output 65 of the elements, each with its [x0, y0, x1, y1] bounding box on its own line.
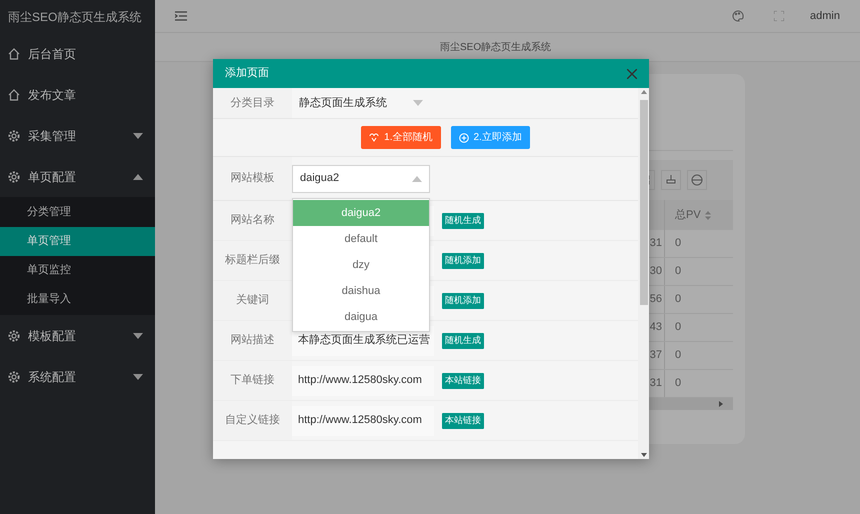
tag-button[interactable]: 随机生成 [442, 332, 484, 348]
caret-icon [133, 174, 143, 180]
dropdown-option[interactable]: default [293, 226, 429, 252]
add-circle-icon [458, 132, 468, 142]
settings-icon [8, 130, 20, 142]
sidebar-subitem[interactable]: 分类管理 [0, 198, 155, 227]
caret-icon [133, 374, 143, 380]
table-cell-text: 0 [675, 320, 682, 336]
sidebar-subitem[interactable]: 单页监控 [0, 256, 155, 285]
sidebar-subitem[interactable]: 批量导入 [0, 285, 155, 314]
tag-button[interactable]: 本站链接 [442, 412, 484, 428]
settings-icon [8, 170, 20, 182]
settings-icon [8, 330, 20, 342]
sidebar-item[interactable]: 单页配置 [0, 156, 155, 197]
modal-title: 添加页面 [225, 66, 269, 82]
home-icon [8, 88, 20, 100]
sidebar-item[interactable]: 采集管理 [0, 115, 155, 156]
table-cell-text: 31 [650, 236, 662, 252]
tag-button[interactable]: 随机生成 [442, 212, 484, 228]
sidebar-item[interactable]: 后台首页 [0, 33, 155, 74]
scroll-right-icon[interactable] [719, 401, 723, 407]
print-icon[interactable] [687, 170, 707, 190]
tag-button[interactable]: 随机添加 [442, 252, 484, 268]
table-cell-text: 30 [650, 264, 662, 280]
vertical-scrollbar[interactable] [638, 88, 649, 459]
tag-button[interactable]: 本站链接 [442, 372, 484, 388]
user-name[interactable]: admin [810, 8, 840, 24]
dropdown-option[interactable]: dzy [293, 252, 429, 278]
close-icon[interactable] [627, 68, 637, 78]
input-field[interactable]: http://www.12580sky.com [292, 406, 434, 436]
scroll-down-icon[interactable] [640, 453, 646, 457]
settings-icon [8, 370, 20, 382]
caret-icon [133, 132, 143, 138]
sort-icon[interactable] [704, 210, 711, 220]
input-field[interactable]: http://www.12580sky.com [292, 366, 434, 396]
table-cell-text: 56 [650, 292, 662, 308]
breadcrumb: 雨尘SEO静态页生成系统 [155, 33, 860, 62]
action-button[interactable]: 1.全部随机 [361, 126, 440, 149]
dropdown-option[interactable]: daishua [293, 278, 429, 304]
caret-icon [412, 176, 422, 182]
select-field[interactable]: daigua2 [292, 164, 430, 192]
fullscreen-icon[interactable] [774, 11, 784, 21]
table-cell-text: 31 [650, 376, 662, 392]
home-icon [8, 48, 20, 60]
caret-icon [413, 100, 423, 106]
table-cell-text: 0 [675, 292, 682, 308]
sidebar-item[interactable]: 发布文章 [0, 74, 155, 115]
scroll-up-icon[interactable] [640, 90, 646, 94]
menu-icon[interactable] [175, 11, 187, 21]
table-cell-text: 0 [675, 348, 682, 364]
table-cell-text: 0 [675, 376, 682, 392]
palette-icon[interactable] [732, 10, 744, 22]
table-cell-text: 43 [650, 320, 662, 336]
table-cell-text: 0 [675, 236, 682, 252]
shuffle-icon [369, 132, 380, 142]
caret-icon [133, 332, 143, 338]
sidebar-subitem[interactable]: 单页管理 [0, 227, 155, 256]
table-cell-text: 37 [650, 348, 662, 364]
column-header[interactable]: 总PV [675, 206, 701, 224]
tag-button[interactable]: 随机添加 [442, 292, 484, 308]
sidebar-item[interactable]: 系统配置 [0, 356, 155, 397]
table-cell-text: 0 [675, 264, 682, 280]
sidebar-item[interactable]: 模板配置 [0, 315, 155, 356]
app-title: 雨尘SEO静态页生成系统 [7, 8, 142, 26]
export-icon[interactable] [661, 170, 681, 190]
